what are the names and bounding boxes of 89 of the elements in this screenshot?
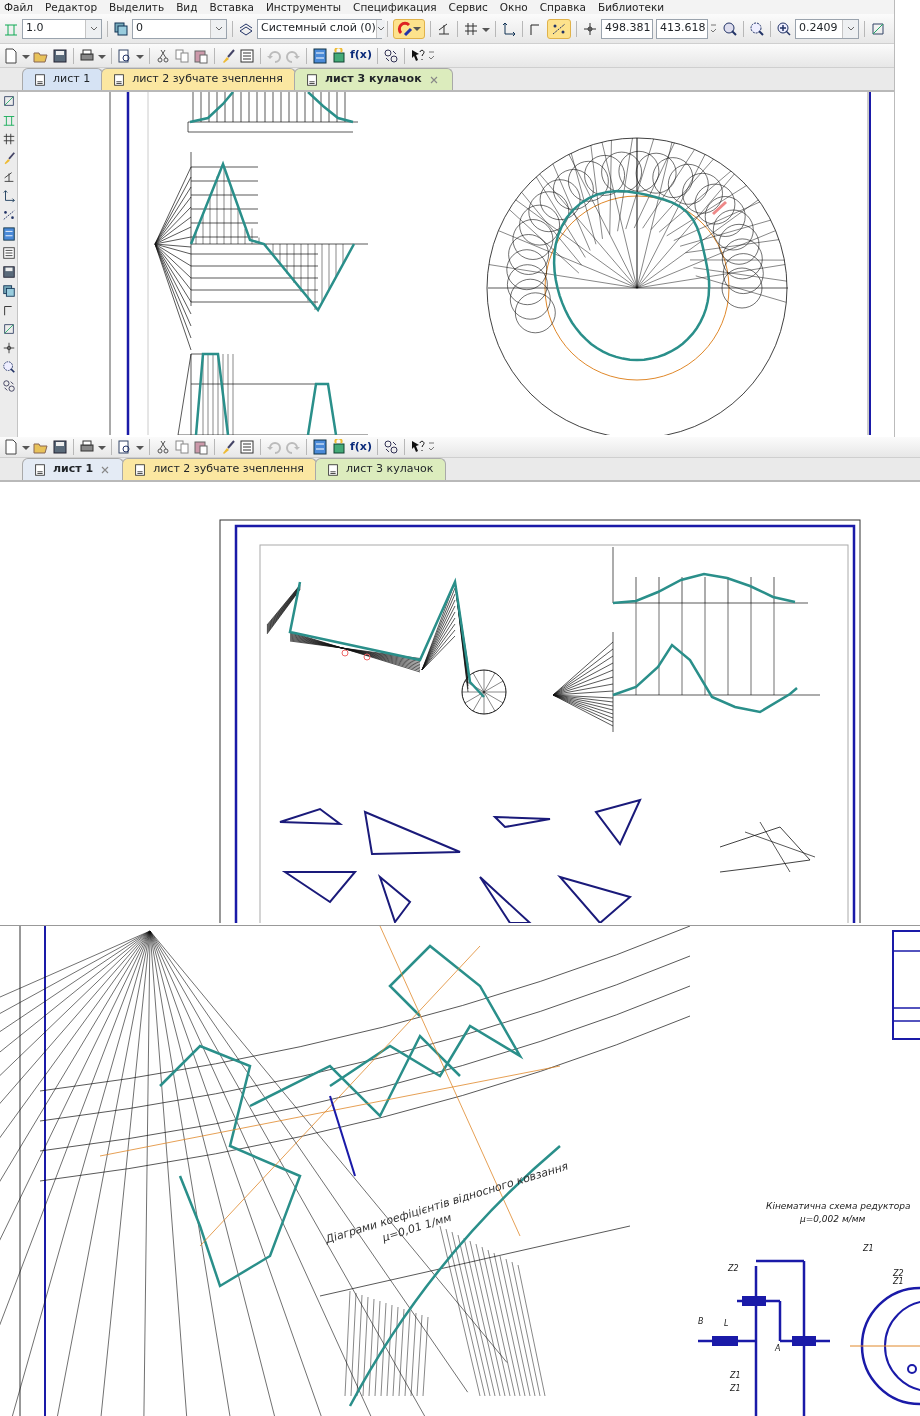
- scheme-title: Кінематична схема редуктора: [766, 1201, 911, 1211]
- document-tab[interactable]: лист 1: [22, 68, 104, 90]
- state-field[interactable]: 0: [132, 18, 227, 39]
- menu-item[interactable]: Справка: [539, 0, 586, 14]
- menu-item[interactable]: Инструменты: [265, 0, 342, 14]
- scheme-title: μ=0,002 м/мм: [800, 1214, 866, 1224]
- part-label: Z1: [730, 1384, 741, 1393]
- part-label: B: [698, 1317, 704, 1326]
- axes-icon[interactable]: [501, 20, 517, 37]
- coordinates-icon[interactable]: [1, 341, 16, 355]
- coordinates-icon[interactable]: [582, 20, 598, 37]
- variables-icon[interactable]: [331, 47, 347, 64]
- snap-toggle[interactable]: [547, 18, 571, 39]
- paste-icon[interactable]: [193, 47, 209, 64]
- document-tab[interactable]: лист 1: [22, 458, 125, 480]
- y-coordinate-field[interactable]: 413.618: [656, 18, 708, 39]
- x-coordinate-field[interactable]: 498.381: [601, 18, 653, 39]
- zoom-fit-icon[interactable]: [1, 360, 16, 374]
- document-tab[interactable]: лист 2 зубчате зчеплення: [101, 68, 296, 90]
- sheet-icon: [33, 462, 47, 477]
- new-document-icon[interactable]: [3, 439, 19, 455]
- part-label: Z2: [893, 1269, 904, 1278]
- function-button[interactable]: f(x): [350, 438, 372, 456]
- zoom-in-icon[interactable]: [776, 20, 792, 37]
- magnet-toggle[interactable]: [393, 18, 425, 39]
- part-label: Z1: [730, 1371, 741, 1380]
- document-tab[interactable]: лист 3 кулачок: [293, 68, 453, 90]
- brush-icon[interactable]: [220, 439, 236, 455]
- zoom-fit-icon[interactable]: [749, 20, 765, 37]
- part-label: Z1: [863, 1244, 874, 1253]
- panel-icon[interactable]: [1, 227, 16, 241]
- save-icon[interactable]: [52, 439, 68, 455]
- save-icon[interactable]: [1, 265, 16, 279]
- menu-item[interactable]: Библиотеки: [598, 0, 665, 14]
- panel-icon[interactable]: [312, 47, 328, 64]
- preview-icon[interactable]: [117, 47, 133, 64]
- new-document-icon[interactable]: [3, 47, 19, 64]
- zoom-field[interactable]: 0.2409: [795, 18, 859, 39]
- grid-icon[interactable]: [463, 20, 479, 37]
- menu-item[interactable]: Редактор: [45, 0, 98, 14]
- numbering-icon[interactable]: [1, 379, 16, 393]
- scissors-icon[interactable]: [155, 439, 171, 455]
- layers-state-icon[interactable]: [1, 284, 16, 298]
- document-tab[interactable]: лист 3 кулачок: [314, 458, 447, 480]
- part-label: A: [775, 1344, 781, 1353]
- save-icon[interactable]: [52, 47, 68, 64]
- printer-icon[interactable]: [79, 47, 95, 64]
- variables-icon[interactable]: [331, 439, 347, 455]
- part-label: L: [724, 1319, 729, 1328]
- numbering-icon[interactable]: [382, 47, 399, 64]
- scissors-icon[interactable]: [155, 47, 171, 64]
- sheet-icon: [112, 72, 127, 87]
- magnet-icon: [397, 20, 413, 37]
- sheet-icon: [325, 462, 340, 477]
- menu-item[interactable]: Окно: [499, 0, 528, 14]
- layers-state-icon[interactable]: [113, 20, 129, 37]
- function-button[interactable]: f(x): [350, 47, 372, 64]
- zoom-window-icon[interactable]: [722, 20, 738, 37]
- help-pointer-icon[interactable]: [409, 439, 426, 455]
- panel-icon[interactable]: [312, 439, 328, 455]
- tool-icon[interactable]: [870, 20, 886, 37]
- line-scale-field[interactable]: 1.0: [22, 18, 102, 39]
- snap-icon[interactable]: [1, 208, 16, 222]
- list-icon[interactable]: [1, 246, 16, 260]
- sheet-icon: [133, 462, 148, 477]
- menu-item[interactable]: Спецификация: [353, 0, 437, 14]
- part-label: Z2: [728, 1264, 739, 1273]
- tool-icon[interactable]: [1, 94, 16, 108]
- document-tab[interactable]: лист 2 зубчате зчеплення: [122, 458, 317, 480]
- caret-icon: [413, 24, 421, 33]
- brush-icon[interactable]: [220, 47, 236, 64]
- tool-icon[interactable]: [1, 322, 16, 336]
- axes-icon[interactable]: [1, 189, 16, 203]
- preview-icon[interactable]: [117, 439, 133, 455]
- menu-item[interactable]: Выделить: [109, 0, 165, 14]
- numbering-icon[interactable]: [382, 439, 399, 455]
- help-pointer-icon[interactable]: [409, 47, 426, 64]
- menu-item[interactable]: Вид: [176, 0, 198, 14]
- sheet-icon: [33, 72, 47, 87]
- printer-icon[interactable]: [79, 439, 95, 455]
- paste-icon[interactable]: [193, 439, 209, 455]
- menu-item[interactable]: Файл: [4, 0, 33, 14]
- part-label: Z1: [893, 1277, 904, 1286]
- menu-item[interactable]: Вставка: [209, 0, 254, 14]
- layer-field[interactable]: Системный слой (0): [257, 18, 382, 39]
- angle-icon[interactable]: [1, 170, 16, 184]
- sheet-icon: [304, 72, 319, 87]
- grid-icon[interactable]: [1, 132, 16, 146]
- menu-item[interactable]: Сервис: [448, 0, 488, 14]
